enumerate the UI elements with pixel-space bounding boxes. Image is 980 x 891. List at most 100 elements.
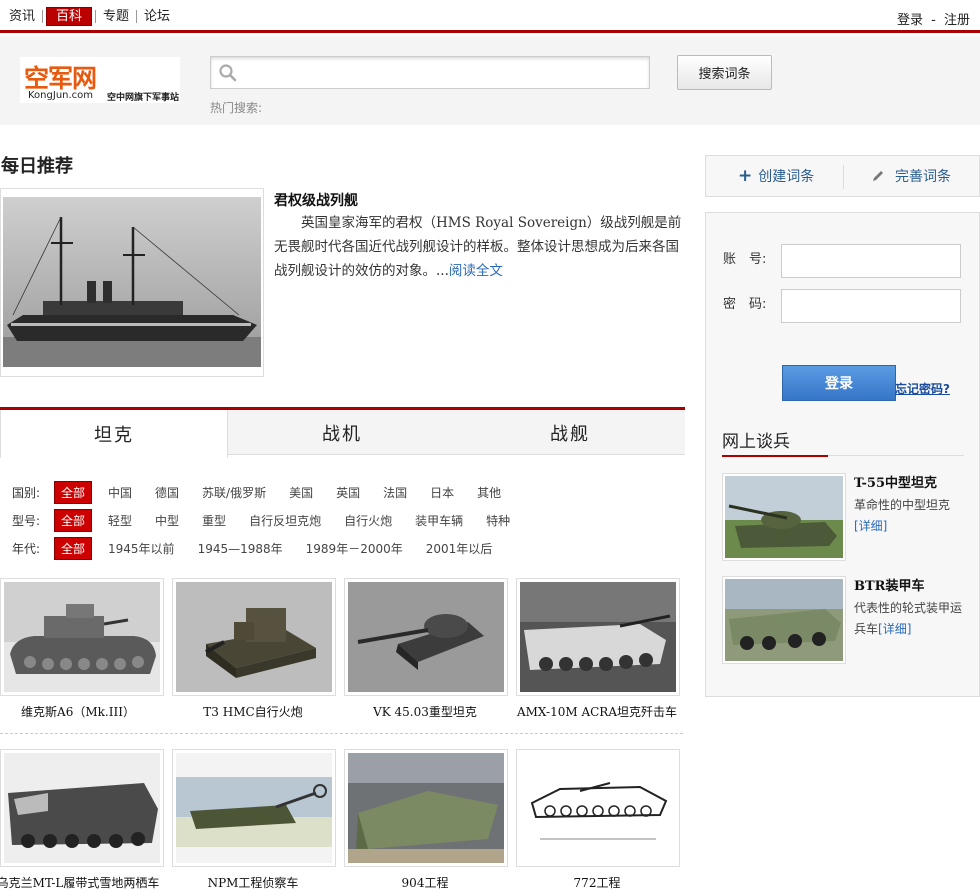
filter-option[interactable]: 装甲车辆 <box>415 512 463 529</box>
filter-option[interactable]: 自行火炮 <box>344 512 392 529</box>
vehicle-image <box>4 753 160 863</box>
filter-option[interactable]: 自行反坦克炮 <box>249 512 321 529</box>
login-button[interactable]: 登录 <box>782 365 896 401</box>
filter-option[interactable]: 英国 <box>336 484 360 501</box>
talk-item-image[interactable] <box>722 473 846 561</box>
account-label: 账 号: <box>723 252 767 267</box>
category-tabs: 坦克 战机 战舰 <box>0 407 685 458</box>
vehicle-image <box>4 582 160 692</box>
password-input[interactable] <box>781 289 961 323</box>
filter-option[interactable]: 德国 <box>155 484 179 501</box>
vehicle-image <box>348 582 504 692</box>
daily-article-title[interactable]: 君权级战列舰 <box>274 190 358 210</box>
vehicle-caption[interactable]: 乌克兰MT-L履带式雪地两栖车 <box>0 874 163 891</box>
filter-option[interactable]: 日本 <box>430 484 454 501</box>
filter-option[interactable]: 其他 <box>477 484 501 501</box>
filter-option[interactable]: 1945—1988年 <box>198 540 283 557</box>
register-link[interactable]: 注册 <box>944 13 970 28</box>
filter-option-selected[interactable]: 全部 <box>54 536 93 560</box>
password-label: 密 码: <box>723 297 767 312</box>
talk-item-image[interactable] <box>722 576 846 664</box>
vehicle-caption[interactable]: NPM工程侦察车 <box>168 874 338 891</box>
vehicle-card[interactable] <box>516 749 680 867</box>
improve-entry-button[interactable]: 完善词条 <box>871 156 951 196</box>
battleship-image <box>3 197 261 367</box>
vehicle-card[interactable] <box>172 749 336 867</box>
hot-search-label: 热门搜索: <box>210 101 263 115</box>
filter-option[interactable]: 轻型 <box>108 512 132 529</box>
filter-row-era: 年代: 全部 1945年以前 1945—1988年 1989年－2000年 20… <box>12 534 533 562</box>
create-entry-button[interactable]: + 创建词条 <box>738 156 814 196</box>
nav-topics[interactable]: 专题 <box>96 8 136 25</box>
filter-option[interactable]: 1945年以前 <box>108 540 175 557</box>
logo-slogan: 空中网旗下军事站 <box>107 93 180 103</box>
pencil-icon <box>873 171 883 181</box>
top-login-links: 登录 - 注册 <box>897 9 970 28</box>
filter-row-country: 国别: 全部 中国 德国 苏联/俄罗斯 美国 英国 法国 日本 其他 <box>12 478 533 506</box>
improve-entry-label: 完善词条 <box>895 169 951 185</box>
vehicle-caption[interactable]: 904工程 <box>340 874 510 891</box>
read-more-link[interactable]: 阅读全文 <box>449 263 503 279</box>
filter-option[interactable]: 美国 <box>289 484 313 501</box>
nav-encyclopedia[interactable]: 百科 <box>46 7 93 26</box>
filter-option[interactable]: 法国 <box>383 484 407 501</box>
header: 空军网 KongJun.com 空中网旗下军事站 搜索词条 热门搜索: <box>0 36 980 125</box>
filter-option[interactable]: 重型 <box>202 512 226 529</box>
vehicle-card[interactable] <box>0 578 164 696</box>
search-box <box>210 56 650 89</box>
tab-warships[interactable]: 战舰 <box>456 410 684 455</box>
grid-divider <box>0 733 683 734</box>
filter-row-type: 型号: 全部 轻型 中型 重型 自行反坦克炮 自行火炮 装甲车辆 特种 <box>12 506 533 534</box>
tab-tanks[interactable]: 坦克 <box>0 410 228 458</box>
talk-item-desc: 代表性的轮式装甲运兵车[详细] <box>854 598 966 640</box>
search-input[interactable] <box>243 61 643 85</box>
search-button[interactable]: 搜索词条 <box>677 55 772 90</box>
login-link[interactable]: 登录 <box>897 13 923 28</box>
plus-icon: + <box>738 166 753 186</box>
talk-item-detail-link[interactable]: [详细] <box>854 519 887 533</box>
account-input[interactable] <box>781 244 961 278</box>
nav-separator <box>42 10 44 23</box>
daily-image[interactable] <box>0 188 264 377</box>
talk-item-detail-link[interactable]: [详细] <box>878 622 911 636</box>
vehicle-caption[interactable]: 772工程 <box>512 874 682 891</box>
filter-option[interactable]: 特种 <box>486 512 510 529</box>
tab-aircraft[interactable]: 战机 <box>228 410 456 455</box>
vehicle-card[interactable] <box>0 749 164 867</box>
nav-forum[interactable]: 论坛 <box>137 8 177 25</box>
filter-option-selected[interactable]: 全部 <box>54 508 93 532</box>
filter-option[interactable]: 中型 <box>155 512 179 529</box>
vehicle-caption[interactable]: 维克斯A6（Mk.III） <box>0 703 163 720</box>
vehicle-caption[interactable]: T3 HMC自行火炮 <box>168 703 338 720</box>
vehicle-card[interactable] <box>172 578 336 696</box>
filter-option[interactable]: 2001年以后 <box>426 540 493 557</box>
filter-option[interactable]: 苏联/俄罗斯 <box>202 484 266 501</box>
talk-item-title[interactable]: T-55中型坦克 <box>854 472 937 491</box>
filter-option[interactable]: 中国 <box>108 484 132 501</box>
vehicle-card[interactable] <box>344 749 508 867</box>
actions-divider <box>843 165 844 189</box>
vehicle-image <box>520 753 676 863</box>
vehicle-caption[interactable]: AMX-10M ACRA坦克歼击车 <box>512 703 682 720</box>
logo-domain: KongJun.com <box>28 90 94 101</box>
site-logo[interactable]: 空军网 KongJun.com 空中网旗下军事站 <box>20 57 180 103</box>
filter-panel: 国别: 全部 中国 德国 苏联/俄罗斯 美国 英国 法国 日本 其他 型号: 全… <box>12 478 533 562</box>
vehicle-card[interactable] <box>344 578 508 696</box>
talk-section-underline <box>722 455 964 457</box>
vehicle-caption[interactable]: VK 45.03重型坦克 <box>340 703 510 720</box>
filter-label: 型号: <box>12 513 41 528</box>
vehicle-image <box>176 753 332 863</box>
talk-item-title[interactable]: BTR装甲车 <box>854 575 924 594</box>
nav-news[interactable]: 资讯 <box>2 8 42 25</box>
filter-option-selected[interactable]: 全部 <box>54 480 93 504</box>
talk-section-title: 网上谈兵 <box>722 432 790 452</box>
vehicle-card[interactable] <box>516 578 680 696</box>
filter-option[interactable]: 1989年－2000年 <box>306 540 403 557</box>
forgot-password-link[interactable]: 忘记密码? <box>895 380 950 397</box>
search-icon <box>219 64 237 82</box>
talk-item-desc: 革命性的中型坦克 [详细] <box>854 495 966 537</box>
entry-actions: + 创建词条 完善词条 <box>705 155 980 197</box>
filter-label: 国别: <box>12 485 41 500</box>
vehicle-image <box>176 582 332 692</box>
btr-vehicle-image <box>725 579 843 661</box>
